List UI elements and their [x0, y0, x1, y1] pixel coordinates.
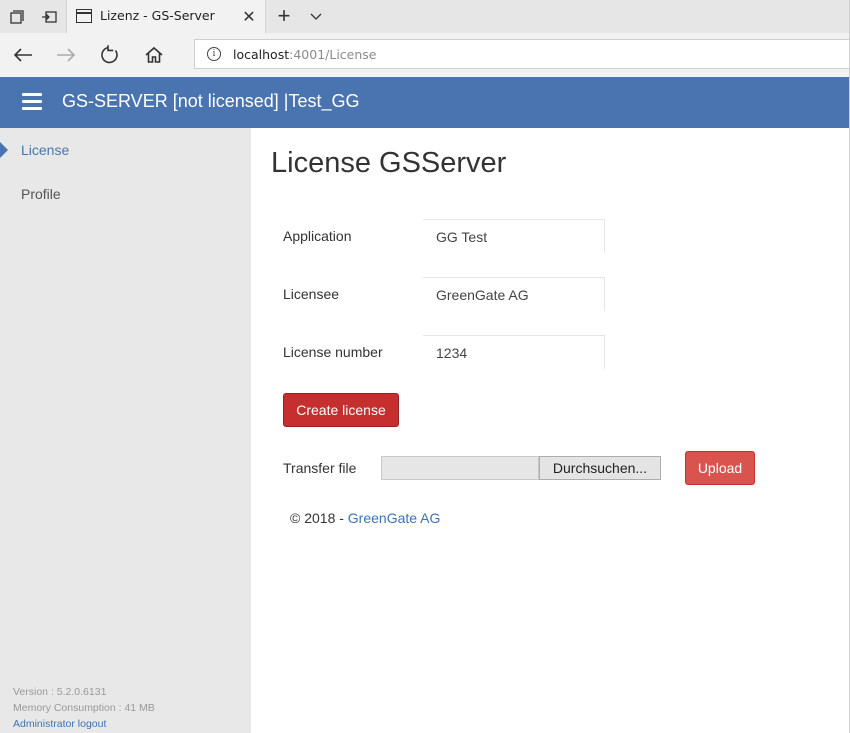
- logout-link[interactable]: Administrator logout: [13, 716, 155, 732]
- license-number-value: 1234: [423, 335, 605, 369]
- sidebar-footer: Version : 5.2.0.6131 Memory Consumption …: [13, 684, 155, 732]
- home-icon[interactable]: [138, 39, 170, 71]
- url-path: :4001/License: [289, 47, 377, 62]
- company-link[interactable]: GreenGate AG: [348, 510, 441, 526]
- browse-button[interactable]: Durchsuchen...: [539, 456, 661, 480]
- chevron-down-icon[interactable]: [302, 3, 330, 31]
- page-icon: [76, 9, 92, 23]
- new-tab-icon[interactable]: +: [270, 3, 298, 31]
- tab-manager-icon[interactable]: [2, 0, 32, 33]
- back-arrow-icon[interactable]: [7, 39, 39, 71]
- field-row-application: Application GG Test: [283, 219, 613, 253]
- sidebar: License Profile Version : 5.2.0.6131 Mem…: [0, 128, 251, 733]
- page-footer: © 2018 - GreenGate AG: [290, 510, 440, 526]
- memory-text: Memory Consumption : 41 MB: [13, 702, 155, 714]
- hamburger-menu-icon[interactable]: [22, 93, 42, 111]
- active-indicator-icon: [0, 142, 8, 158]
- url-text[interactable]: localhost:4001/License: [233, 47, 377, 62]
- copyright-text: © 2018 -: [290, 510, 348, 526]
- address-bar[interactable]: i localhost:4001/License: [194, 39, 850, 69]
- field-label: License number: [283, 344, 383, 360]
- field-label: Licensee: [283, 286, 340, 302]
- app-title: GS-SERVER [not licensed] |Test_GG: [62, 91, 360, 111]
- sidebar-item-profile[interactable]: Profile: [0, 172, 251, 216]
- field-row-license-number: License number 1234: [283, 335, 613, 369]
- field-row-licensee: Licensee GreenGate AG: [283, 277, 613, 311]
- upload-button[interactable]: Upload: [685, 451, 755, 485]
- file-path-input[interactable]: [381, 456, 539, 480]
- application-value: GG Test: [423, 219, 605, 253]
- sidebar-item-label: Profile: [21, 186, 61, 202]
- main-content: License GSServer Application GG Test Lic…: [251, 128, 850, 733]
- forward-arrow-icon[interactable]: [50, 39, 82, 71]
- sidebar-item-label: License: [21, 142, 70, 158]
- licensee-value: GreenGate AG: [423, 277, 605, 311]
- page-title: License GSServer: [271, 147, 507, 179]
- create-license-button[interactable]: Create license: [283, 393, 399, 427]
- browser-tabstrip: Lizenz - GS-Server ✕ +: [0, 0, 850, 33]
- sidebar-item-license[interactable]: License: [0, 128, 251, 172]
- tab-title: Lizenz - GS-Server: [100, 8, 215, 23]
- close-icon[interactable]: ✕: [241, 7, 257, 26]
- set-aside-tabs-icon[interactable]: [34, 0, 64, 33]
- app-header: GS-SERVER [not licensed] |Test_GG: [0, 77, 850, 128]
- browser-navbar: i localhost:4001/License: [0, 33, 850, 77]
- url-host: localhost: [233, 47, 290, 62]
- version-text: Version : 5.2.0.6131: [13, 686, 107, 698]
- field-label: Application: [283, 228, 352, 244]
- refresh-icon[interactable]: [94, 39, 126, 71]
- tab-lizenz[interactable]: Lizenz - GS-Server ✕: [66, 0, 266, 33]
- transfer-file-label: Transfer file: [283, 460, 357, 476]
- info-icon[interactable]: i: [207, 47, 221, 61]
